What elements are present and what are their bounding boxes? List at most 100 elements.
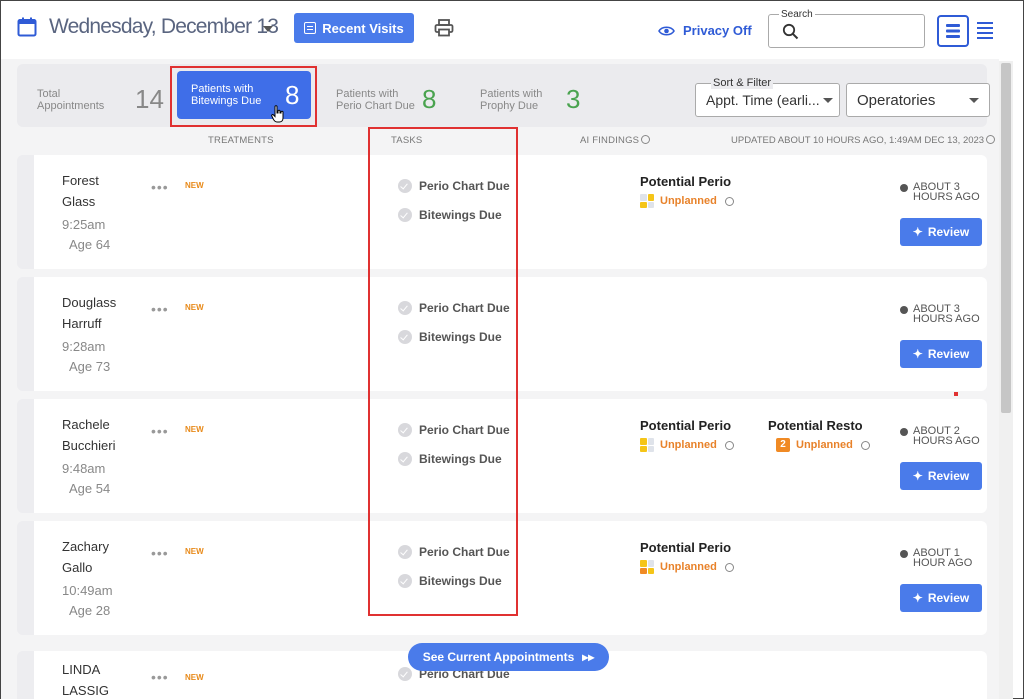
chevron-down-icon[interactable] [263, 26, 273, 32]
last-updated: ABOUT 2 HOURS AGO [900, 426, 980, 447]
see-current-appointments-button[interactable]: See Current Appointments ▸▸ [408, 643, 609, 671]
clock-icon [900, 550, 908, 558]
column-header-ai-findings: AI FINDINGS [580, 135, 651, 146]
review-button[interactable]: ✦ Review [900, 218, 982, 246]
tooth-quadrant-icon [640, 560, 654, 574]
stat-label: Patients with Perio Chart Due [336, 87, 415, 112]
stat-total-appointments[interactable]: Total Appointments 14 [37, 84, 164, 115]
stat-prophy-due[interactable]: Patients with Prophy Due 3 [480, 84, 580, 115]
sort-filter-value: Appt. Time (earli... [706, 92, 820, 108]
finding-title: Potential Perio [640, 174, 732, 189]
review-label: Review [927, 347, 970, 361]
finding-title: Potential Resto [768, 418, 863, 433]
last-updated: ABOUT 3 HOURS AGO [900, 182, 980, 203]
patient-first-name: Rachele [62, 417, 110, 432]
card-view-button[interactable] [937, 15, 969, 47]
patient-first-name: Douglass [62, 295, 117, 310]
chevron-down-icon [823, 98, 833, 103]
info-icon[interactable] [724, 196, 734, 206]
ago-line: HOURS AGO [913, 191, 980, 203]
review-button[interactable]: ✦ Review [900, 340, 982, 368]
review-label: Review [927, 591, 970, 605]
clock-icon [900, 184, 908, 192]
info-icon[interactable] [641, 135, 651, 144]
patient-first-name: LINDA [62, 662, 101, 677]
column-header-treatments: TREATMENTS [208, 135, 274, 146]
ago-line: HOURS AGO [913, 435, 980, 447]
stat-perio-chart-due[interactable]: Patients with Perio Chart Due 8 [336, 84, 436, 115]
info-icon[interactable] [860, 440, 870, 450]
stat-label: Total Appointments [37, 87, 105, 112]
new-badge: NEW [185, 303, 204, 312]
appointment-time: 10:49am [62, 583, 113, 598]
new-badge: NEW [185, 181, 204, 190]
list-icon [304, 22, 317, 34]
finding-status-label: Unplanned [660, 561, 717, 573]
sort-filter-label: Sort & Filter [711, 77, 774, 89]
chevron-down-icon [969, 98, 979, 103]
tooth-scan-icon: ✦ [912, 469, 923, 483]
scrollbar-thumb[interactable] [1001, 63, 1011, 413]
patient-last-name: Gallo [62, 560, 93, 575]
patient-age: Age 28 [69, 603, 111, 618]
finding-status-label: Unplanned [796, 439, 853, 451]
stacked-cards-icon [946, 24, 960, 38]
top-bar: Wednesday, December 13 Recent Visits Pri… [1, 1, 1023, 59]
tooth-quadrant-icon [640, 194, 654, 208]
patient-age: Age 64 [69, 237, 111, 252]
review-label: Review [927, 225, 970, 239]
patient-first-name: Forest [62, 173, 99, 188]
more-options-icon[interactable]: ••• [151, 301, 169, 317]
patient-age: Age 73 [69, 359, 111, 374]
more-options-icon[interactable]: ••• [151, 423, 169, 439]
eye-icon [658, 25, 675, 36]
list-view-icon[interactable] [977, 21, 993, 39]
patient-name[interactable]: Rachele Bucchieri [62, 414, 115, 456]
ago-line: HOUR AGO [913, 557, 973, 569]
patient-last-name: Glass [62, 194, 96, 209]
finding-status-label: Unplanned [660, 195, 717, 207]
search-icon [782, 23, 799, 40]
patient-age: Age 54 [69, 481, 111, 496]
ai-finding[interactable]: Potential Perio Unplanned [640, 174, 734, 208]
info-icon[interactable] [986, 135, 996, 144]
operatories-value: Operatories [857, 92, 936, 109]
tooth-scan-icon: ✦ [912, 591, 923, 605]
printer-icon[interactable] [434, 18, 454, 38]
ai-finding[interactable]: Potential Perio Unplanned [640, 540, 734, 574]
updated-text: UPDATED ABOUT 10 HOURS AGO, 1:49AM DEC 1… [731, 135, 985, 146]
clock-icon [900, 306, 908, 314]
operatories-select[interactable]: Operatories [846, 83, 990, 117]
recent-visits-button[interactable]: Recent Visits [294, 13, 414, 43]
review-button[interactable]: ✦ Review [900, 584, 982, 612]
new-badge: NEW [185, 673, 204, 682]
new-badge: NEW [185, 425, 204, 434]
info-icon[interactable] [724, 562, 734, 572]
patient-last-name: LASSIG [62, 683, 109, 698]
patient-name[interactable]: Forest Glass [62, 170, 99, 212]
finding-status: 2 Unplanned [776, 438, 870, 452]
appointment-time: 9:28am [62, 339, 106, 354]
fast-forward-icon: ▸▸ [582, 650, 595, 664]
recent-visits-label: Recent Visits [322, 20, 404, 36]
patient-name[interactable]: Douglass Harruff [62, 292, 116, 334]
stat-value: 14 [135, 84, 164, 114]
date-picker[interactable]: Wednesday, December 13 [49, 15, 279, 39]
review-label: Review [927, 469, 970, 483]
appointment-time: 9:48am [62, 461, 106, 476]
search-label: Search [779, 9, 815, 20]
patient-first-name: Zachary [62, 539, 109, 554]
more-options-icon[interactable]: ••• [151, 179, 169, 195]
info-icon[interactable] [724, 440, 734, 450]
privacy-toggle[interactable]: Privacy Off [658, 23, 752, 38]
patient-name[interactable]: LINDA LASSIG [62, 659, 109, 699]
ai-finding[interactable]: Potential Resto 2 Unplanned [768, 418, 870, 452]
more-options-icon[interactable]: ••• [151, 545, 169, 561]
more-options-icon[interactable]: ••• [151, 669, 169, 685]
patient-last-name: Harruff [62, 316, 102, 331]
tooth-quadrant-icon [640, 438, 654, 452]
calendar-icon[interactable] [17, 17, 37, 37]
ai-finding[interactable]: Potential Perio Unplanned [640, 418, 734, 452]
review-button[interactable]: ✦ Review [900, 462, 982, 490]
patient-name[interactable]: Zachary Gallo [62, 536, 109, 578]
